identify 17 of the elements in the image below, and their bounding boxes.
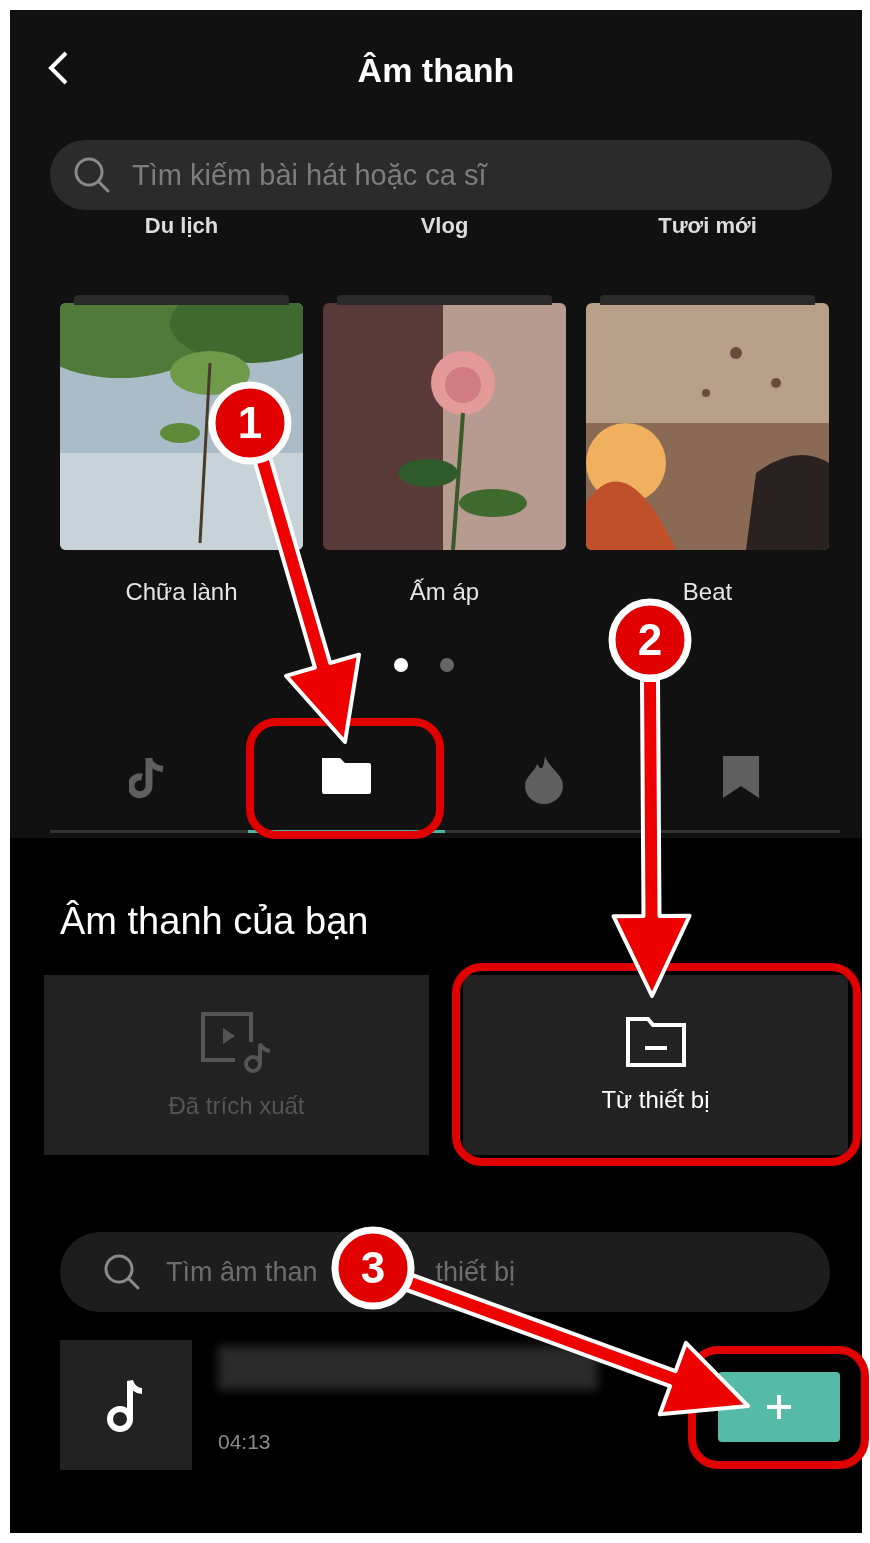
add-button[interactable]	[718, 1372, 840, 1442]
song-duration: 04:13	[218, 1430, 272, 1454]
playlist-label[interactable]: Chữa lành	[125, 578, 238, 606]
bookmark-icon	[721, 754, 762, 800]
section-title: Âm thanh của bạn	[60, 899, 370, 944]
category-label[interactable]: Tươi mới	[586, 212, 829, 240]
search-icon	[72, 155, 112, 195]
plus-icon	[765, 1393, 793, 1421]
playlist-label[interactable]: Ấm áp	[409, 578, 480, 606]
flame-icon	[522, 754, 565, 804]
back-icon[interactable]	[46, 50, 70, 86]
screen-title: Âm thanh	[357, 50, 515, 90]
search-icon	[102, 1252, 142, 1292]
source-button[interactable]: Từ thiết bị	[463, 975, 848, 1155]
folder-icon	[624, 1016, 687, 1068]
category-label[interactable]: Vlog	[323, 212, 566, 240]
category-label[interactable]: Du lịch	[60, 212, 303, 240]
